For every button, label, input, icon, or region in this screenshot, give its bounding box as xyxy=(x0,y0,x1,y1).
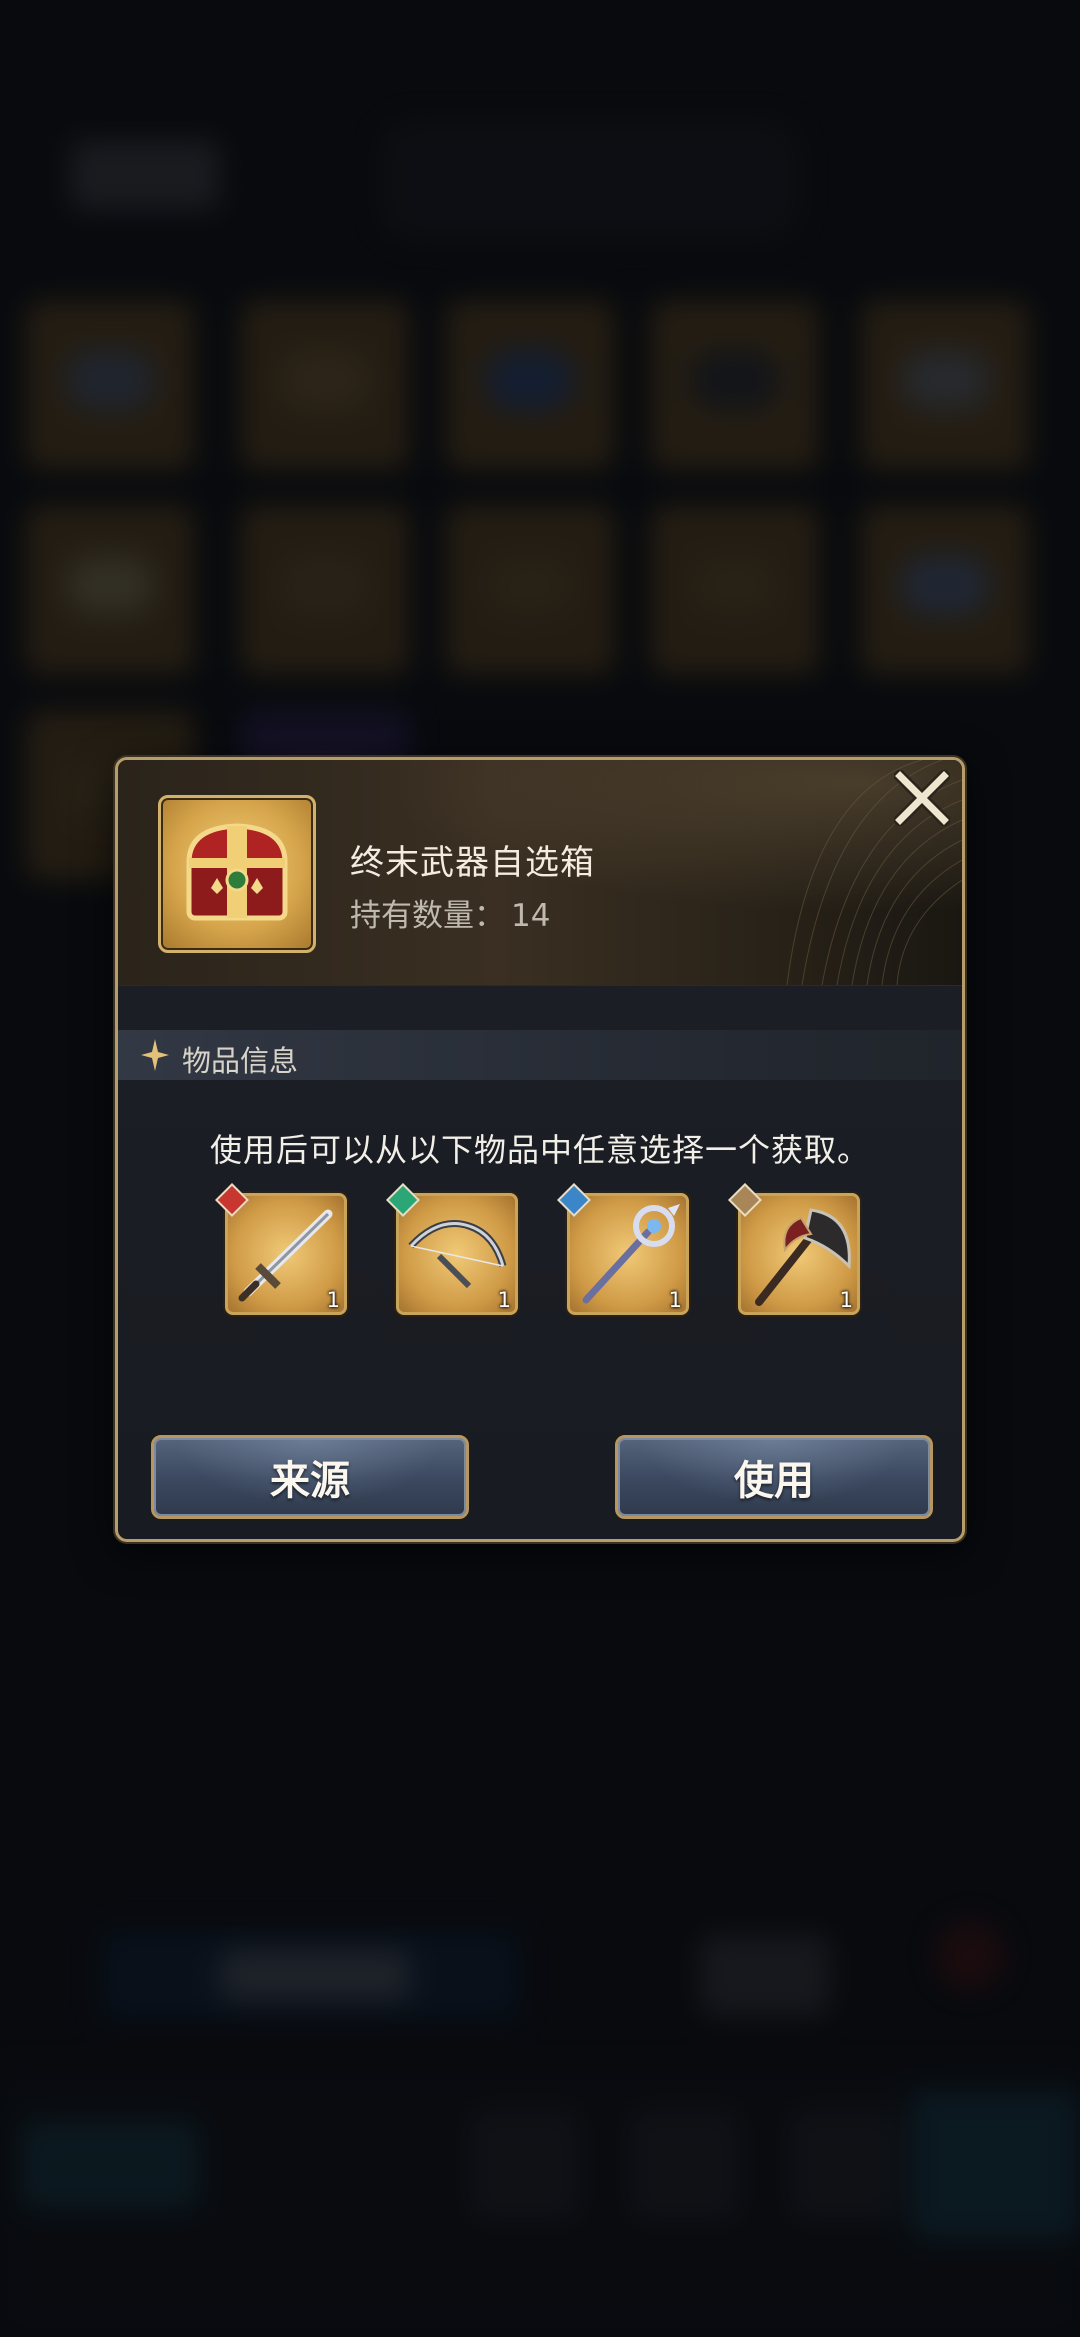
sparkle-icon xyxy=(141,1039,169,1071)
reward-item-axe[interactable]: 1 xyxy=(728,1183,860,1315)
section-title: 物品信息 xyxy=(182,1044,299,1078)
item-name: 终末武器自选箱 xyxy=(350,843,595,883)
treasure-chest-icon xyxy=(158,795,316,953)
item-description: 使用后可以从以下物品中任意选择一个获取。 xyxy=(209,1131,870,1169)
item-detail-dialog: 终末武器自选箱 持有数量： 14 物品信息 使用后可以从以下物品中任意选择一个获取… xyxy=(115,757,965,1542)
reward-item-staff[interactable]: 1 xyxy=(557,1183,689,1315)
item-count-label: 持有数量： xyxy=(350,898,505,934)
dialog-header: 终末武器自选箱 持有数量： 14 xyxy=(118,760,962,986)
item-count-value: 14 xyxy=(511,898,551,934)
source-button[interactable]: 来源 xyxy=(151,1435,469,1519)
reward-quantity: 1 xyxy=(668,1288,682,1312)
item-count: 持有数量： 14 xyxy=(350,890,550,935)
use-button[interactable]: 使用 xyxy=(615,1435,933,1519)
reward-quantity: 1 xyxy=(326,1288,340,1312)
reward-item-greatsword[interactable]: 1 xyxy=(215,1183,347,1315)
section-header: 物品信息 xyxy=(118,1030,962,1080)
reward-list: 1 1 1 1 xyxy=(215,1183,865,1318)
close-icon xyxy=(894,770,950,826)
reward-item-bow[interactable]: 1 xyxy=(386,1183,518,1315)
close-button[interactable] xyxy=(892,768,952,828)
reward-quantity: 1 xyxy=(839,1288,853,1312)
reward-quantity: 1 xyxy=(497,1288,511,1312)
